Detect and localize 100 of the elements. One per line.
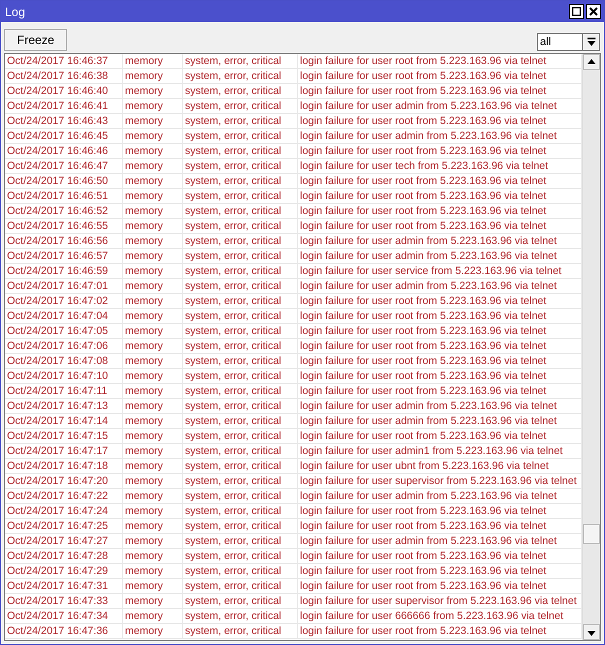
- buffer-cell: memory: [123, 84, 183, 98]
- topics-cell: system, error, critical: [183, 189, 298, 203]
- time-cell: Oct/24/2017 16:46:38: [5, 69, 123, 83]
- maximize-button[interactable]: [569, 4, 584, 19]
- topics-cell: system, error, critical: [183, 369, 298, 383]
- time-cell: Oct/24/2017 16:47:24: [5, 504, 123, 518]
- buffer-cell: memory: [123, 624, 183, 638]
- time-cell: Oct/24/2017 16:47:14: [5, 414, 123, 428]
- time-cell: Oct/24/2017 16:47:01: [5, 279, 123, 293]
- time-cell: Oct/24/2017 16:47:02: [5, 294, 123, 308]
- time-cell: Oct/24/2017 16:47:27: [5, 534, 123, 548]
- buffer-cell: memory: [123, 249, 183, 263]
- topics-cell: system, error, critical: [183, 114, 298, 128]
- topics-cell: system, error, critical: [183, 339, 298, 353]
- buffer-cell: memory: [123, 309, 183, 323]
- scrollbar[interactable]: [582, 54, 600, 640]
- scroll-down-button[interactable]: [583, 624, 600, 640]
- topics-cell: system, error, critical: [183, 624, 298, 638]
- time-cell: Oct/24/2017 16:47:33: [5, 594, 123, 608]
- time-cell: Oct/24/2017 16:47:18: [5, 459, 123, 473]
- topics-cell: system, error, critical: [183, 204, 298, 218]
- topics-cell: system, error, critical: [183, 504, 298, 518]
- buffer-cell: memory: [123, 519, 183, 533]
- filter-dropdown[interactable]: all: [537, 32, 600, 50]
- buffer-cell: memory: [123, 219, 183, 233]
- up-arrow-icon: [587, 58, 596, 66]
- buffer-cell: memory: [123, 279, 183, 293]
- time-cell: Oct/24/2017 16:47:05: [5, 324, 123, 338]
- time-cell: Oct/24/2017 16:47:31: [5, 579, 123, 593]
- time-cell: Oct/24/2017 16:46:56: [5, 234, 123, 248]
- freeze-button[interactable]: Freeze: [4, 28, 68, 50]
- buffer-cell: memory: [123, 489, 183, 503]
- buffer-cell: memory: [123, 324, 183, 338]
- time-cell: Oct/24/2017 16:46:40: [5, 84, 123, 98]
- topics-cell: system, error, critical: [183, 594, 298, 608]
- time-cell: Oct/24/2017 16:47:15: [5, 429, 123, 443]
- time-cell: Oct/24/2017 16:46:37: [5, 54, 123, 68]
- buffer-cell: memory: [123, 189, 183, 203]
- buffer-cell: memory: [123, 174, 183, 188]
- topics-cell: system, error, critical: [183, 519, 298, 533]
- buffer-cell: memory: [123, 99, 183, 113]
- buffer-cell: memory: [123, 54, 183, 68]
- buffer-cell: memory: [123, 114, 183, 128]
- time-cell: Oct/24/2017 16:47:28: [5, 549, 123, 563]
- buffer-cell: memory: [123, 444, 183, 458]
- time-cell: Oct/24/2017 16:46:47: [5, 159, 123, 173]
- topics-cell: system, error, critical: [183, 489, 298, 503]
- buffer-cell: memory: [123, 69, 183, 83]
- buffer-cell: memory: [123, 204, 183, 218]
- topics-cell: system, error, critical: [183, 474, 298, 488]
- topics-cell: system, error, critical: [183, 174, 298, 188]
- time-cell: Oct/24/2017 16:47:29: [5, 564, 123, 578]
- topics-cell: system, error, critical: [183, 549, 298, 563]
- time-cell: Oct/24/2017 16:47:17: [5, 444, 123, 458]
- topics-cell: system, error, critical: [183, 249, 298, 263]
- time-cell: Oct/24/2017 16:46:45: [5, 129, 123, 143]
- buffer-cell: memory: [123, 159, 183, 173]
- buffer-cell: memory: [123, 594, 183, 608]
- buffer-cell: memory: [123, 264, 183, 278]
- topics-cell: system, error, critical: [183, 99, 298, 113]
- buffer-cell: memory: [123, 144, 183, 158]
- buffer-cell: memory: [123, 294, 183, 308]
- buffer-cell: memory: [123, 609, 183, 623]
- buffer-cell: memory: [123, 564, 183, 578]
- scroll-up-button[interactable]: [583, 54, 600, 70]
- topics-cell: system, error, critical: [183, 84, 298, 98]
- time-cell: Oct/24/2017 16:46:59: [5, 264, 123, 278]
- time-cell: Oct/24/2017 16:47:04: [5, 309, 123, 323]
- topics-cell: system, error, critical: [183, 384, 298, 398]
- topics-cell: system, error, critical: [183, 429, 298, 443]
- time-cell: Oct/24/2017 16:47:06: [5, 339, 123, 353]
- close-button[interactable]: [586, 4, 601, 19]
- topics-cell: system, error, critical: [183, 414, 298, 428]
- window-title: Log: [5, 4, 26, 18]
- time-cell: Oct/24/2017 16:47:08: [5, 354, 123, 368]
- topics-cell: system, error, critical: [183, 609, 298, 623]
- topics-cell: system, error, critical: [183, 69, 298, 83]
- buffer-cell: memory: [123, 384, 183, 398]
- topics-cell: system, error, critical: [183, 564, 298, 578]
- buffer-cell: memory: [123, 234, 183, 248]
- buffer-cell: memory: [123, 369, 183, 383]
- time-cell: Oct/24/2017 16:46:46: [5, 144, 123, 158]
- buffer-cell: memory: [123, 339, 183, 353]
- buffer-cell: memory: [123, 549, 183, 563]
- time-cell: Oct/24/2017 16:46:52: [5, 204, 123, 218]
- buffer-cell: memory: [123, 534, 183, 548]
- time-cell: Oct/24/2017 16:47:22: [5, 489, 123, 503]
- topics-cell: system, error, critical: [183, 144, 298, 158]
- buffer-cell: memory: [123, 459, 183, 473]
- time-cell: Oct/24/2017 16:46:50: [5, 174, 123, 188]
- buffer-cell: memory: [123, 399, 183, 413]
- time-cell: Oct/24/2017 16:47:25: [5, 519, 123, 533]
- buffer-cell: memory: [123, 579, 183, 593]
- time-cell: Oct/24/2017 16:47:10: [5, 369, 123, 383]
- topics-cell: system, error, critical: [183, 264, 298, 278]
- scroll-thumb[interactable]: [583, 524, 600, 544]
- topics-cell: system, error, critical: [183, 579, 298, 593]
- time-cell: Oct/24/2017 16:46:51: [5, 189, 123, 203]
- topics-cell: system, error, critical: [183, 309, 298, 323]
- buffer-cell: memory: [123, 504, 183, 518]
